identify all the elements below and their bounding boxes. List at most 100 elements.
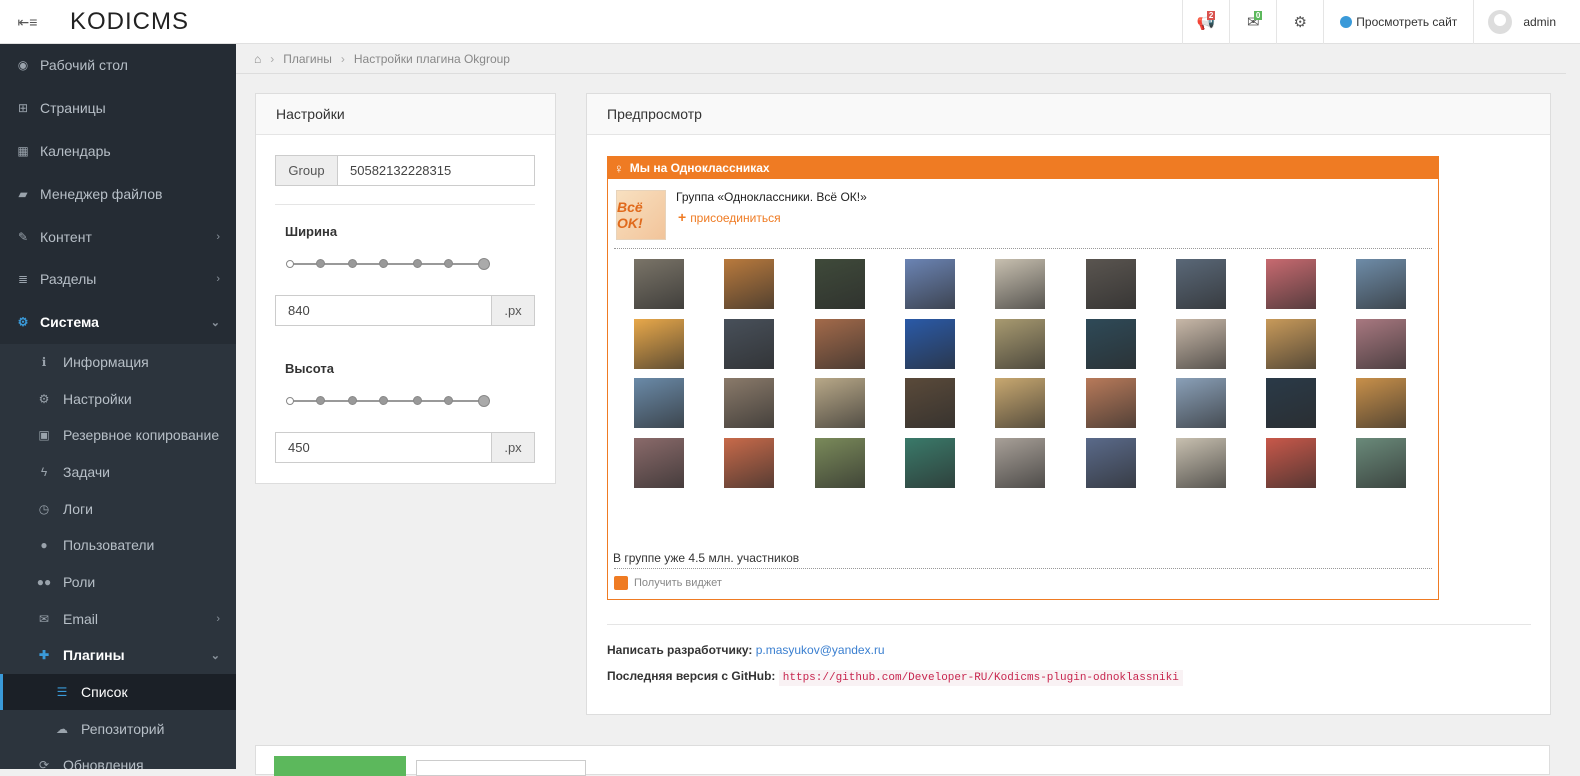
divider	[275, 204, 535, 205]
sidebar-item-label: Обновления	[63, 757, 144, 769]
member-photo[interactable]	[904, 318, 955, 369]
sidebar-item-calendar[interactable]: ▦ Календарь	[0, 130, 236, 173]
github-url[interactable]: https://github.com/Developer-RU/Kodicms-…	[778, 670, 1183, 686]
member-photo[interactable]	[1085, 378, 1136, 428]
group-name[interactable]: Группа «Одноклассники. Всё ОК!»	[676, 190, 867, 204]
user-icon: ●	[40, 538, 48, 553]
sidebar-item-label: Календарь	[40, 142, 111, 159]
logo[interactable]: KODICMS	[70, 8, 189, 36]
member-photo[interactable]	[724, 259, 775, 309]
width-input[interactable]: 840	[276, 296, 491, 325]
cancel-button[interactable]	[416, 760, 586, 776]
settings-button[interactable]: ⚙	[1276, 0, 1323, 44]
member-photo[interactable]	[634, 318, 684, 369]
sidebar-item-plugin-list[interactable]: ☰ Список	[0, 673, 236, 711]
home-icon[interactable]: ⌂	[254, 52, 261, 66]
edit-icon: ✎	[17, 229, 29, 244]
member-photo[interactable]	[634, 378, 684, 428]
divider	[614, 568, 1432, 569]
member-photo[interactable]	[814, 437, 865, 488]
sidebar-item-jobs[interactable]: ϟ Задачи	[0, 454, 236, 491]
member-photo[interactable]	[724, 378, 775, 428]
sidebar-item-label: Плагины	[63, 647, 125, 664]
member-photo[interactable]	[724, 437, 775, 488]
member-photo[interactable]	[814, 259, 865, 309]
member-photo[interactable]	[1356, 318, 1407, 369]
sidebar-item-updates[interactable]: ⟳ Обновления	[0, 747, 236, 769]
group-id-input[interactable]: 50582132228315	[338, 156, 534, 185]
width-slider-handle[interactable]	[478, 258, 490, 270]
sidebar-item-email[interactable]: ✉ Email ›	[0, 600, 236, 637]
get-widget-link[interactable]: Получить виджет	[614, 576, 722, 590]
settings-title: Настройки	[256, 94, 555, 135]
sidebar-item-repository[interactable]: ☁ Репозиторий	[0, 710, 236, 747]
sidebar-toggle-button[interactable]: ⇤≡	[0, 0, 55, 44]
member-photo[interactable]	[1266, 259, 1317, 309]
member-photo[interactable]	[1266, 378, 1317, 428]
breadcrumb-plugins-link[interactable]: Плагины	[283, 52, 332, 66]
member-photo[interactable]	[995, 437, 1046, 488]
sidebar-item-dashboard[interactable]: ◉ Рабочий стол	[0, 44, 236, 87]
sidebar-item-content[interactable]: ✎ Контент ›	[0, 215, 236, 258]
calendar-icon: ▦	[17, 143, 29, 158]
scrollbar[interactable]	[1566, 44, 1580, 769]
member-photo[interactable]	[995, 378, 1046, 428]
sidebar-item-sections[interactable]: ≣ Разделы ›	[0, 258, 236, 301]
sidebar-item-file-manager[interactable]: ▰ Менеджер файлов	[0, 172, 236, 215]
member-photo[interactable]	[995, 259, 1046, 309]
sidebar-item-users[interactable]: ● Пользователи	[0, 527, 236, 564]
gears-icon: ⚙	[1293, 14, 1307, 31]
member-photo[interactable]	[634, 259, 684, 309]
sidebar-item-roles[interactable]: ●● Роли	[0, 564, 236, 601]
github-label: Последняя версия с GitHub:	[607, 669, 776, 683]
member-photo[interactable]	[904, 378, 955, 428]
member-photo[interactable]	[1356, 378, 1407, 428]
user-menu[interactable]: admin	[1473, 0, 1580, 44]
member-photo[interactable]	[1175, 437, 1226, 488]
member-photo[interactable]	[904, 437, 955, 488]
member-photo[interactable]	[1175, 259, 1226, 309]
sidebar-item-label: Email	[63, 610, 99, 627]
sidebar-item-information[interactable]: ℹ Информация	[0, 344, 236, 381]
preview-title: Предпросмотр	[587, 94, 1550, 135]
height-slider-handle[interactable]	[478, 395, 490, 407]
member-photo[interactable]	[1175, 318, 1226, 369]
member-photo[interactable]	[904, 259, 955, 309]
sidebar-item-backup[interactable]: ▣ Резервное копирование	[0, 417, 236, 454]
sidebar-item-logs[interactable]: ◷ Логи	[0, 490, 236, 527]
save-button[interactable]	[274, 756, 406, 776]
height-slider[interactable]	[286, 395, 490, 407]
join-group-link[interactable]: + присоединиться	[678, 209, 781, 225]
width-slider[interactable]	[286, 258, 490, 270]
member-photo[interactable]	[1356, 437, 1407, 488]
member-photo[interactable]	[1266, 318, 1317, 369]
member-photo[interactable]	[1085, 318, 1136, 369]
member-photo[interactable]	[724, 318, 775, 369]
member-photo[interactable]	[1175, 378, 1226, 428]
member-photo[interactable]	[634, 437, 684, 488]
messages-button[interactable]: ✉ 0	[1229, 0, 1276, 44]
breadcrumb-separator: ›	[270, 51, 275, 66]
sidebar-item-system[interactable]: ⚙ Система ⌄	[0, 301, 236, 344]
plugins-submenu: ☰ Список ☁ Репозиторий	[0, 673, 236, 747]
member-photo[interactable]	[814, 378, 865, 428]
member-photo[interactable]	[1266, 437, 1317, 488]
messages-badge: 0	[1253, 11, 1263, 20]
group-input-group: Group 50582132228315	[275, 155, 535, 186]
height-input[interactable]: 450	[276, 433, 491, 462]
sidebar-item-settings[interactable]: ⚙ Настройки	[0, 380, 236, 417]
view-site-link[interactable]: Просмотреть сайт	[1323, 0, 1473, 44]
settings-panel: Настройки	[255, 93, 556, 484]
chevron-down-icon: ⌄	[210, 649, 220, 662]
member-photo[interactable]	[1356, 259, 1407, 309]
member-photo[interactable]	[1085, 437, 1136, 488]
member-photo[interactable]	[1085, 259, 1136, 309]
notifications-button[interactable]: 📢 2	[1182, 0, 1229, 44]
group-avatar[interactable]: Всё OK!	[616, 190, 666, 240]
member-photo[interactable]	[995, 318, 1046, 369]
member-photo[interactable]	[814, 318, 865, 369]
sidebar-item-pages[interactable]: ⊞ Страницы	[0, 87, 236, 130]
developer-email-link[interactable]: p.masyukov@yandex.ru	[756, 643, 885, 657]
breadcrumb-current: Настройки плагина Okgroup	[353, 51, 510, 66]
sidebar-item-plugins[interactable]: ✚ Плагины ⌄	[0, 637, 236, 674]
